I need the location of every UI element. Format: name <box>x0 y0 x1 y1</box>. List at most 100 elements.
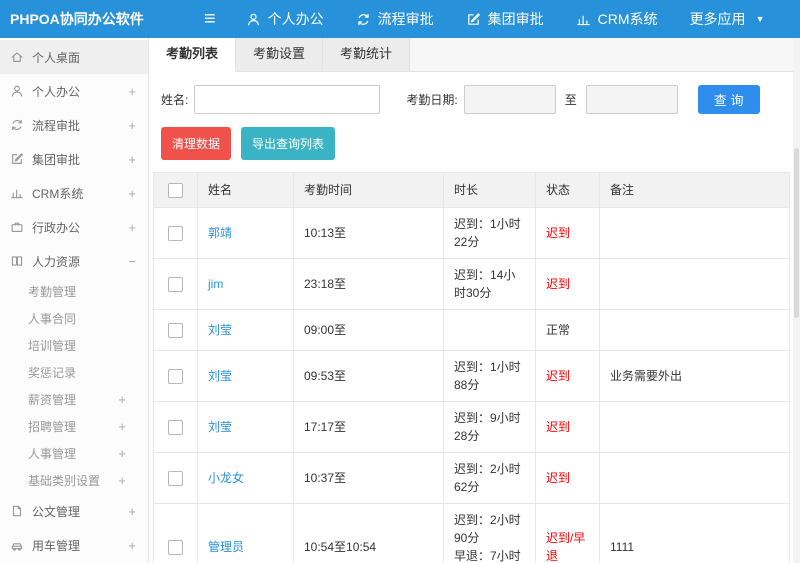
column-header: 时长 <box>443 172 536 208</box>
row-check-cell <box>153 258 198 310</box>
sidebar-item[interactable]: 流程审批 + <box>0 108 148 142</box>
row-checkbox[interactable] <box>168 420 183 436</box>
sidebar-item[interactable]: 个人桌面 <box>0 40 148 74</box>
name-filter-label: 姓名: <box>161 93 189 107</box>
sidebar-item-label: 招聘管理 <box>28 420 77 434</box>
expand-icon[interactable]: + <box>118 419 136 434</box>
top-header: PHPOA协同办公软件 ≡ 个人办公 流程审批 集团审批 CRM系统 更多应用 ▼ <box>0 0 800 38</box>
expand-icon[interactable]: + <box>118 392 136 407</box>
expand-icon[interactable]: + <box>128 504 136 519</box>
table-row: 小龙女 10:37至 迟到：2小时62分 迟到 <box>153 452 790 504</box>
row-checkbox[interactable] <box>168 226 183 242</box>
sidebar-item[interactable]: 基础类别设置 + <box>0 467 148 494</box>
duration-line: 迟到：1小时22分 <box>454 217 521 249</box>
attendance-table-wrap: 姓名 考勤时间 时长 状态 备注 郭靖 10:13至 迟到：1小时22分 迟到 jim 23:18… <box>149 172 800 563</box>
row-check-cell <box>153 503 198 563</box>
sidebar-item-label: 流程审批 <box>32 118 81 133</box>
main-content: 考勤列表 考勤设置 考勤统计 姓名: 考勤日期: 至 查 询 清理数据 导出查询列表… <box>149 38 800 563</box>
employee-name-link[interactable]: 刘莹 <box>208 369 232 383</box>
top-nav-item[interactable]: CRM系统 <box>560 0 674 38</box>
status-cell: 迟到 <box>535 452 600 504</box>
export-list-button[interactable]: 导出查询列表 <box>241 127 336 160</box>
top-nav-label: 个人办公 <box>267 11 324 27</box>
name-filter-input[interactable] <box>194 85 381 114</box>
hamburger-menu-icon[interactable]: ≡ <box>204 0 216 38</box>
status-text: 迟到 <box>546 471 571 485</box>
sidebar-item[interactable]: CRM系统 + <box>0 176 148 210</box>
sidebar-item[interactable]: 用车管理 + <box>0 528 148 562</box>
sidebar-item-label: 人事管理 <box>28 447 77 461</box>
clean-data-button[interactable]: 清理数据 <box>161 127 232 160</box>
expand-icon[interactable]: + <box>118 446 136 461</box>
sidebar-item-label: 培训管理 <box>28 339 77 353</box>
sidebar-item[interactable]: 考勤管理 <box>0 278 148 305</box>
expand-icon[interactable]: + <box>128 538 136 553</box>
time-cell: 09:00至 <box>293 309 444 351</box>
sidebar-item-label: 考勤管理 <box>28 285 77 299</box>
sidebar-item[interactable]: 个人办公 + <box>0 74 148 108</box>
employee-name-link[interactable]: 郭靖 <box>208 226 232 240</box>
sidebar-item[interactable]: 薪资管理 + <box>0 386 148 413</box>
top-nav-label: 更多应用 <box>689 11 746 27</box>
sidebar-item[interactable]: 人事合同 <box>0 305 148 332</box>
tab-item[interactable]: 考勤列表 <box>149 38 237 72</box>
employee-name-link[interactable]: 刘莹 <box>208 323 232 337</box>
sidebar-item-label: 人事合同 <box>28 312 77 326</box>
expand-icon[interactable]: + <box>128 152 136 167</box>
scrollbar-thumb[interactable] <box>794 148 799 318</box>
search-button[interactable]: 查 询 <box>697 85 760 114</box>
date-from-input[interactable] <box>463 85 556 114</box>
sidebar-item-label: 行政办公 <box>32 220 81 235</box>
date-to-input[interactable] <box>585 85 678 114</box>
sidebar-item[interactable]: 人事管理 + <box>0 440 148 467</box>
select-all-checkbox[interactable] <box>168 183 183 199</box>
time-cell: 10:37至 <box>293 452 444 504</box>
top-nav-item[interactable]: 更多应用 ▼ <box>674 0 781 38</box>
expand-icon[interactable]: + <box>128 118 136 133</box>
top-nav-item[interactable]: 集团审批 <box>450 0 560 38</box>
expand-icon[interactable]: + <box>128 220 136 235</box>
time-cell: 17:17至 <box>293 401 444 453</box>
time-cell: 23:18至 <box>293 258 444 310</box>
row-checkbox[interactable] <box>168 540 183 556</box>
top-nav-label: CRM系统 <box>597 11 658 27</box>
expand-icon[interactable]: + <box>128 84 136 99</box>
row-checkbox[interactable] <box>168 277 183 293</box>
sidebar-item[interactable]: 招聘管理 + <box>0 413 148 440</box>
table-row: 刘莹 09:00至 正常 <box>153 309 790 351</box>
sidebar-item-label: 基础类别设置 <box>28 474 101 488</box>
employee-name-link[interactable]: jim <box>208 277 223 291</box>
sidebar-item[interactable]: 培训管理 <box>0 332 148 359</box>
tab-item[interactable]: 考勤统计 <box>323 38 411 71</box>
top-nav-item[interactable]: 个人办公 <box>230 0 340 38</box>
status-text: 迟到/早退 <box>546 531 586 563</box>
expand-icon[interactable]: + <box>128 186 136 201</box>
tab-item[interactable]: 考勤设置 <box>236 38 324 71</box>
duration-cell <box>443 309 536 351</box>
collapse-icon[interactable]: − <box>128 254 136 269</box>
sidebar-item[interactable]: 奖惩记录 <box>0 359 148 386</box>
table-row: 刘莹 09:53至 迟到：1小时88分 迟到 业务需要外出 <box>153 350 790 402</box>
top-nav-item[interactable]: 流程审批 <box>340 0 450 38</box>
table-row: 管理员10:54至10:54迟到：2小时90分早退：7小时10分迟到/早退111… <box>153 503 790 563</box>
employee-name-link[interactable]: 小龙女 <box>208 471 244 485</box>
row-checkbox[interactable] <box>168 369 183 385</box>
row-checkbox[interactable] <box>168 323 183 339</box>
duration-cell: 迟到：1小时22分 <box>443 207 536 259</box>
table-header-row: 姓名 考勤时间 时长 状态 备注 <box>153 172 790 208</box>
expand-icon[interactable]: + <box>118 473 136 488</box>
page-scrollbar[interactable] <box>793 38 800 563</box>
employee-name-link[interactable]: 刘莹 <box>208 420 232 434</box>
status-text: 迟到 <box>546 369 571 383</box>
sidebar-item[interactable]: 集团审批 + <box>0 142 148 176</box>
employee-name-link[interactable]: 管理员 <box>208 540 244 554</box>
date-to-label: 至 <box>564 93 577 107</box>
sidebar-item[interactable]: 公文管理 + <box>0 494 148 528</box>
sidebar-item[interactable]: 人力资源 − <box>0 244 148 278</box>
sidebar-item-label: 个人桌面 <box>32 50 81 65</box>
name-cell: 刘莹 <box>197 350 294 402</box>
status-cell: 迟到/早退 <box>535 503 600 563</box>
row-checkbox[interactable] <box>168 471 183 487</box>
duration-line: 早退：7小时10分 <box>454 549 521 563</box>
sidebar-item[interactable]: 行政办公 + <box>0 210 148 244</box>
